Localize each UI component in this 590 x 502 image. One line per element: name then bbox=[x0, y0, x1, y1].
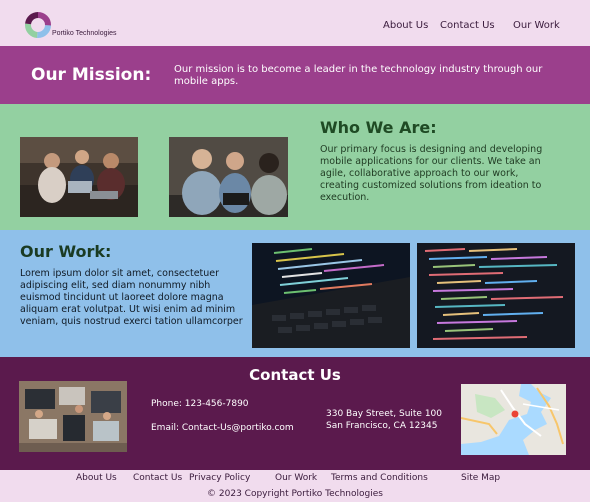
contact-email[interactable]: Email: Contact-Us@portiko.com bbox=[151, 423, 294, 433]
our-work-title: Our Work: bbox=[20, 242, 112, 261]
code-laptop-photo bbox=[252, 243, 410, 348]
footer-terms-and-conditions[interactable]: Terms and Conditions bbox=[331, 473, 428, 483]
page: Portiko Technologies About Us Contact Us… bbox=[0, 0, 590, 502]
mission-section: Our Mission: Our mission is to become a … bbox=[0, 46, 590, 104]
team-meeting-photo bbox=[20, 137, 138, 217]
who-we-are-section: Who We Are: Our primary focus is designi… bbox=[0, 104, 590, 230]
contact-phone[interactable]: Phone: 123-456-7890 bbox=[151, 399, 249, 409]
portiko-logo-icon[interactable] bbox=[23, 10, 53, 40]
site-footer: About Us Contact Us Privacy Policy Our W… bbox=[0, 470, 590, 502]
who-we-are-text: Our primary focus is designing and devel… bbox=[320, 144, 543, 203]
footer-privacy-policy[interactable]: Privacy Policy bbox=[189, 473, 250, 483]
nav-our-work[interactable]: Our Work bbox=[513, 20, 560, 31]
nav-about-us[interactable]: About Us bbox=[383, 20, 428, 31]
mission-text: Our mission is to become a leader in the… bbox=[174, 64, 543, 87]
contact-section: Contact Us Phone: 123-456-7890 Email: Co… bbox=[0, 357, 590, 470]
nav-contact-us[interactable]: Contact Us bbox=[440, 20, 495, 31]
desk-collaboration-photo bbox=[19, 381, 127, 452]
address-line-2: San Francisco, CA 12345 bbox=[326, 421, 438, 431]
footer-about-us[interactable]: About Us bbox=[76, 473, 117, 483]
our-work-text: Lorem ipsum dolor sit amet, consectetuer… bbox=[20, 268, 243, 327]
location-map[interactable] bbox=[461, 384, 566, 455]
footer-contact-us[interactable]: Contact Us bbox=[133, 473, 182, 483]
our-work-section: Our Work: Lorem ipsum dolor sit amet, co… bbox=[0, 230, 590, 357]
brand-name: Portiko Technologies bbox=[52, 30, 117, 37]
mission-title: Our Mission: bbox=[31, 65, 152, 85]
who-we-are-title: Who We Are: bbox=[320, 118, 437, 137]
copyright: © 2023 Copyright Portiko Technologies bbox=[207, 489, 383, 499]
footer-site-map[interactable]: Site Map bbox=[461, 473, 500, 483]
colleagues-tablet-photo bbox=[169, 137, 288, 217]
footer-our-work[interactable]: Our Work bbox=[275, 473, 317, 483]
site-header: Portiko Technologies About Us Contact Us… bbox=[0, 0, 590, 46]
address-line-1: 330 Bay Street, Suite 100 bbox=[326, 409, 443, 419]
code-screen-photo bbox=[417, 243, 575, 348]
